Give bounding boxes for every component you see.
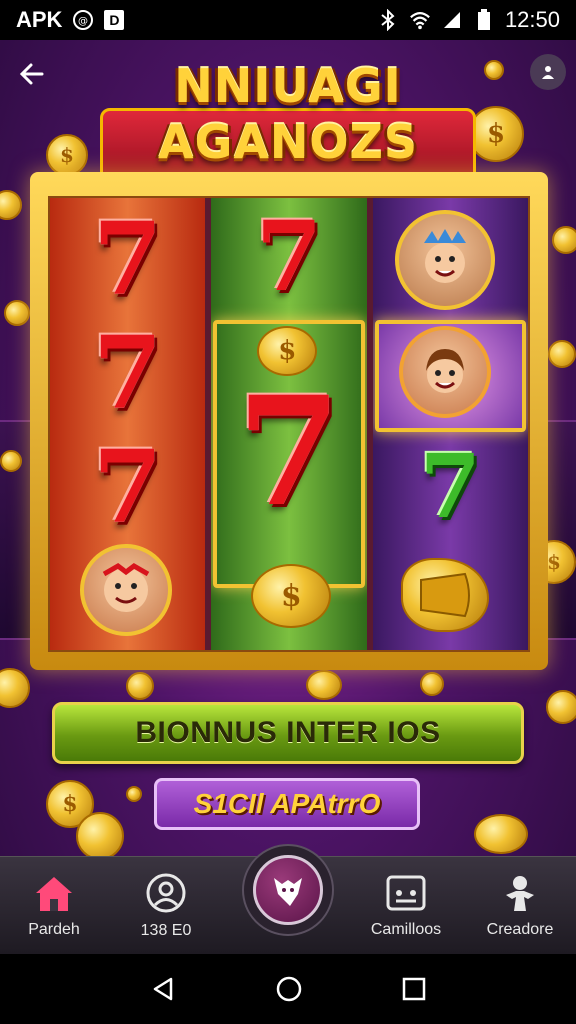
nav-item-creators[interactable]: Creadore	[470, 857, 570, 955]
nav-item-profile[interactable]: 138 E0	[116, 857, 216, 955]
back-arrow-icon	[19, 63, 44, 85]
game-title: NNIUAGI AGANOZS	[90, 58, 486, 170]
status-bar: APK @ D 12:50	[0, 0, 576, 40]
svg-text:@: @	[78, 16, 88, 27]
coin-decoration	[0, 450, 22, 472]
reel-symbol-seven: 7	[92, 314, 163, 432]
nav-item-home[interactable]: Pardeh	[4, 857, 104, 955]
home-icon	[36, 877, 72, 911]
back-button[interactable]	[14, 56, 50, 92]
coin-decoration	[126, 672, 154, 700]
game-title-line2: AGANOZS	[157, 115, 419, 169]
coin-decoration	[474, 814, 528, 854]
coin-decoration	[420, 672, 444, 696]
system-navigation-bar	[0, 954, 576, 1024]
reel-area: 7 7 7 7 $ 7 $ 7	[48, 196, 530, 652]
jester-character-icon	[80, 544, 172, 636]
coin-decoration	[484, 60, 504, 80]
center-tab-button[interactable]	[242, 844, 334, 936]
reel-2: 7 $ 7 $	[211, 198, 367, 650]
gamepad-icon	[386, 875, 426, 911]
coin-decoration	[0, 668, 30, 708]
user-icon	[542, 66, 554, 79]
download-icon: D	[104, 10, 125, 30]
nav-label-games: Camilloos	[370, 921, 442, 938]
bluetooth-icon	[377, 9, 399, 31]
center-tab-badge	[253, 855, 323, 925]
golden-horn-symbol	[400, 558, 489, 632]
avatar-icon	[146, 873, 186, 913]
battery-icon	[473, 9, 495, 31]
notification-icon: @	[72, 9, 94, 31]
coin-decoration	[0, 190, 22, 220]
coin-decoration	[552, 226, 576, 254]
reel-symbol-green-seven: 7	[419, 434, 481, 538]
reel-symbol-seven: 7	[255, 200, 323, 313]
coin-decoration	[4, 300, 30, 326]
coin-decoration: $	[46, 134, 88, 176]
reel-symbol-seven: 7	[92, 428, 163, 546]
reel-symbol-seven: 7	[92, 200, 163, 318]
secondary-action-button[interactable]: S1CIl APAtrrO	[154, 778, 420, 830]
home-nav-icon[interactable]	[275, 975, 303, 1003]
back-nav-icon[interactable]	[149, 975, 177, 1003]
king-character-icon	[394, 210, 495, 310]
wolf-icon	[274, 878, 302, 906]
coin-stack-symbol: $	[251, 564, 332, 628]
reel-symbol-big-seven: 7	[236, 364, 342, 540]
reel-1: 7 7 7	[50, 198, 206, 650]
wizard-character-icon	[398, 326, 491, 418]
game-title-line1: NNIUAGI	[174, 59, 402, 113]
status-time: 12:50	[504, 7, 560, 32]
person-icon	[506, 876, 534, 911]
slot-reel-frame: 7 7 7 7 $ 7 $ 7	[30, 172, 548, 670]
profile-button[interactable]	[530, 54, 566, 90]
coin-decoration	[76, 812, 124, 860]
signal-icon	[441, 9, 463, 31]
nav-label-home: Pardeh	[28, 921, 80, 938]
reel-3: 7	[372, 198, 528, 650]
recents-nav-icon[interactable]	[401, 976, 427, 1002]
nav-item-games[interactable]: Camilloos	[356, 857, 456, 955]
coin-decoration	[126, 786, 142, 802]
nav-label-creators: Creadore	[486, 921, 554, 938]
bonus-button[interactable]: BIONNUS INTER IOS	[52, 702, 524, 764]
wifi-icon	[409, 9, 431, 31]
app-label: APK	[16, 7, 63, 32]
coin-decoration	[306, 670, 342, 700]
coin-decoration	[546, 690, 576, 724]
nav-label-profile: 138 E0	[140, 922, 192, 939]
coin-decoration	[548, 340, 576, 368]
